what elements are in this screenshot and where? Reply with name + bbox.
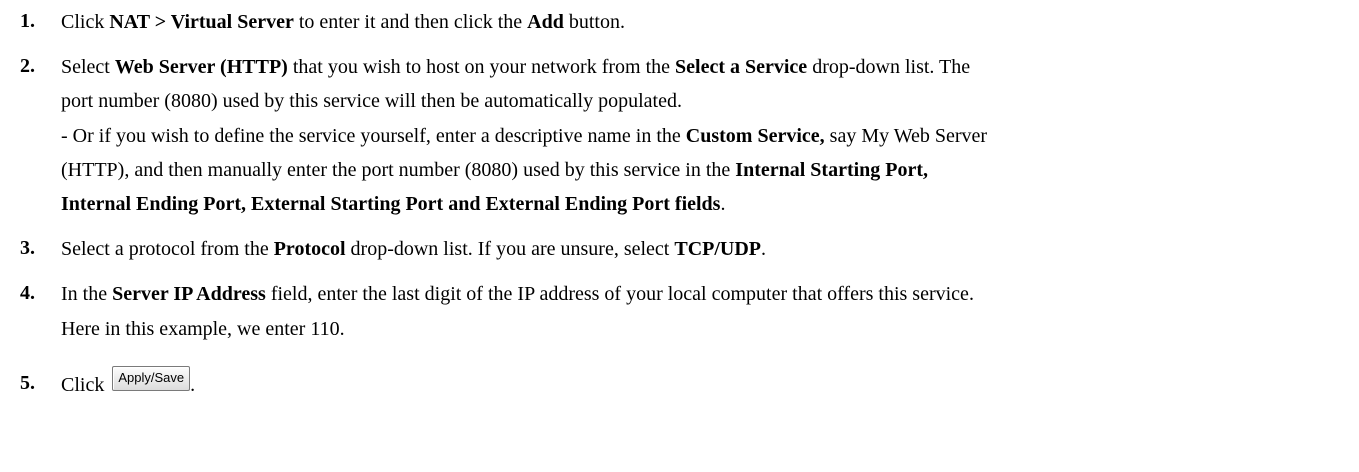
text: . xyxy=(190,374,196,396)
step-line: In the Server IP Address field, enter th… xyxy=(61,282,974,306)
ui-term: Server IP Address xyxy=(112,283,266,305)
text: . xyxy=(720,193,726,215)
text: . xyxy=(761,238,767,260)
ui-term: Internal Ending Port, External Starting … xyxy=(61,193,721,215)
apply-save-button[interactable]: Apply/Save xyxy=(112,366,191,391)
step-line: Select Web Server (HTTP) that you wish t… xyxy=(61,55,970,79)
ui-term: TCP/UDP xyxy=(674,238,762,260)
step-line: port number (8080) used by this service … xyxy=(61,89,682,113)
step-line: (HTTP), and then manually enter the port… xyxy=(61,158,928,182)
ui-path: NAT > Virtual Server xyxy=(109,11,294,33)
step-line: Here in this example, we enter 110. xyxy=(61,317,345,341)
text: Click xyxy=(61,11,110,33)
text: Click xyxy=(61,374,105,396)
text: port number (8080) used by this service … xyxy=(61,90,682,112)
step-number: 4. xyxy=(20,282,35,304)
step-line: Select a protocol from the Protocol drop… xyxy=(61,237,766,261)
text: drop-down list. The xyxy=(807,56,971,78)
text: In the xyxy=(61,283,113,305)
step-number: 1. xyxy=(20,10,35,32)
text: button. xyxy=(563,11,625,33)
step-line: Click NAT > Virtual Server to enter it a… xyxy=(61,10,625,34)
text: field, enter the last digit of the IP ad… xyxy=(265,283,974,305)
step-line: Internal Ending Port, External Starting … xyxy=(61,192,725,216)
text: (HTTP), and then manually enter the port… xyxy=(61,159,736,181)
text: to enter it and then click the xyxy=(293,11,528,33)
step-number: 5. xyxy=(20,372,35,394)
text: - Or if you wish to define the service y… xyxy=(61,125,686,147)
step-line: Click Apply/Save. xyxy=(61,366,196,397)
text: drop-down list. If you are unsure, selec… xyxy=(345,238,675,260)
text: Select xyxy=(61,56,115,78)
step-number: 2. xyxy=(20,55,35,77)
text: Here in this example, we enter 110. xyxy=(61,318,345,340)
ui-term: Internal Starting Port, xyxy=(735,159,929,181)
ui-term: Web Server (HTTP) xyxy=(114,56,288,78)
step-number: 3. xyxy=(20,237,35,259)
ui-term: Add xyxy=(527,11,564,33)
ui-term: Custom Service, xyxy=(685,125,825,147)
text: that you wish to host on your network fr… xyxy=(287,56,676,78)
text: Select a protocol from the xyxy=(61,238,274,260)
ui-term: Protocol xyxy=(273,238,346,260)
step-line: - Or if you wish to define the service y… xyxy=(61,124,987,148)
ui-term: Select a Service xyxy=(675,56,808,78)
text: say My Web Server xyxy=(824,125,988,147)
